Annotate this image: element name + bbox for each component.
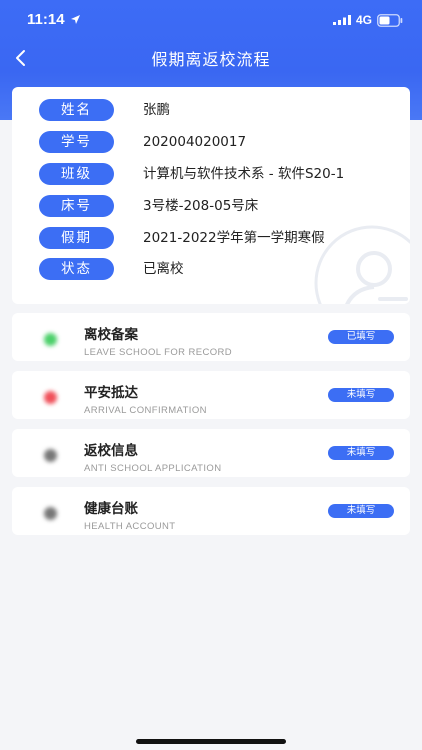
- info-row-status: 状态 已离校: [12, 258, 410, 280]
- status-dot-icon: [44, 333, 57, 346]
- battery-icon: [377, 14, 403, 27]
- info-value: 202004020017: [143, 134, 247, 150]
- info-label: 床号: [39, 195, 114, 217]
- status-badge: 已填写: [328, 330, 394, 344]
- info-value: 张鹏: [143, 102, 170, 118]
- step-subtitle: HEALTH ACCOUNT: [84, 521, 176, 532]
- status-badge: 未填写: [328, 446, 394, 460]
- info-value: 2021-2022学年第一学期寒假: [143, 230, 325, 246]
- step-title: 平安抵达: [84, 385, 138, 401]
- info-value: 已离校: [143, 261, 184, 277]
- home-indicator[interactable]: [136, 739, 286, 744]
- step-title: 健康台账: [84, 501, 138, 517]
- info-row-holiday: 假期 2021-2022学年第一学期寒假: [12, 227, 410, 249]
- status-bar: 11:14 4G: [0, 0, 422, 40]
- signal-icon: [333, 15, 351, 25]
- status-badge: 未填写: [328, 388, 394, 402]
- status-dot-icon: [44, 507, 57, 520]
- info-label: 学号: [39, 131, 114, 153]
- step-title: 返校信息: [84, 443, 138, 459]
- page-title: 假期离返校流程: [151, 50, 271, 69]
- info-label: 假期: [39, 227, 114, 249]
- location-arrow-icon: [71, 15, 80, 24]
- step-title: 离校备案: [84, 327, 138, 343]
- status-dot-icon: [44, 449, 57, 462]
- info-row-bed: 床号 3号楼-208-05号床: [12, 195, 410, 217]
- info-value: 计算机与软件技术系 - 软件S20-1: [143, 166, 345, 182]
- step-card-leave-school[interactable]: 离校备案 LEAVE SCHOOL FOR RECORD 已填写: [12, 313, 410, 361]
- step-subtitle: LEAVE SCHOOL FOR RECORD: [84, 347, 233, 358]
- step-card-return-school[interactable]: 返校信息 ANTI SCHOOL APPLICATION 未填写: [12, 429, 410, 477]
- info-label: 姓名: [39, 99, 114, 121]
- step-card-health-account[interactable]: 健康台账 HEALTH ACCOUNT 未填写: [12, 487, 410, 535]
- status-dot-icon: [44, 391, 57, 404]
- nav-bar: 假期离返校流程: [0, 40, 422, 80]
- info-row-class: 班级 计算机与软件技术系 - 软件S20-1: [12, 163, 410, 185]
- status-badge: 未填写: [328, 504, 394, 518]
- status-time: 11:14: [27, 11, 65, 28]
- info-row-student-id: 学号 202004020017: [12, 131, 410, 153]
- info-row-name: 姓名 张鹏: [12, 99, 410, 121]
- step-subtitle: ANTI SCHOOL APPLICATION: [84, 463, 222, 474]
- network-label: 4G: [356, 13, 373, 27]
- info-value: 3号楼-208-05号床: [143, 198, 259, 214]
- step-subtitle: ARRIVAL CONFIRMATION: [84, 405, 207, 416]
- student-info-card: 姓名 张鹏 学号 202004020017 班级 计算机与软件技术系 - 软件S…: [12, 87, 410, 304]
- info-label: 状态: [39, 258, 114, 280]
- info-label: 班级: [39, 163, 114, 185]
- step-card-arrival[interactable]: 平安抵达 ARRIVAL CONFIRMATION 未填写: [12, 371, 410, 419]
